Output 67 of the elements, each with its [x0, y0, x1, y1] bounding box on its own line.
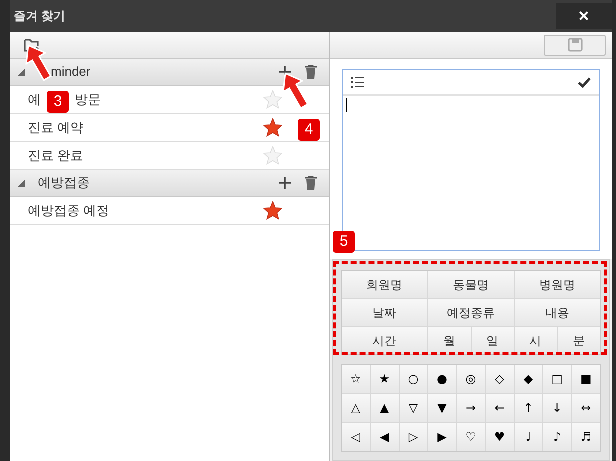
symbol-button[interactable]: ♬	[572, 423, 600, 451]
item-name-fragment: 방문	[75, 90, 101, 109]
group-header[interactable]: minder	[10, 59, 329, 86]
symbol-button[interactable]: △	[342, 394, 370, 422]
group-name: minder	[51, 63, 92, 82]
symbol-button[interactable]: ▼	[428, 394, 456, 422]
callout-badge: 3	[47, 91, 69, 113]
item-name: 예방접종 예정	[28, 202, 111, 220]
symbol-button[interactable]: ♩	[514, 423, 542, 451]
callout-badge: 4	[298, 119, 320, 141]
symbol-button[interactable]: ◀	[370, 423, 399, 451]
tag-button[interactable]: 동물명	[428, 271, 514, 298]
symbol-button[interactable]: ←	[486, 394, 514, 422]
symbol-button[interactable]: ♪	[543, 423, 572, 451]
list-icon[interactable]	[351, 76, 364, 88]
symbol-button[interactable]: ★	[370, 365, 399, 393]
symbol-button[interactable]: ◁	[342, 423, 370, 451]
filled-star-icon[interactable]	[263, 118, 283, 137]
save-icon	[568, 38, 582, 52]
close-button[interactable]: ×	[556, 3, 612, 29]
symbol-button[interactable]: ▷	[400, 423, 428, 451]
symbol-button[interactable]: ▶	[428, 423, 456, 451]
symbol-button[interactable]: ▲	[370, 394, 399, 422]
symbol-button[interactable]: ↔	[572, 394, 600, 422]
add-icon[interactable]	[279, 177, 291, 189]
tag-button[interactable]: 내용	[514, 299, 600, 326]
symbol-button[interactable]: ◎	[457, 365, 485, 393]
expand-arrow-icon[interactable]	[18, 68, 25, 76]
item-name-fragment: 예	[28, 90, 41, 109]
symbol-button[interactable]: □	[543, 365, 572, 393]
expand-arrow-icon[interactable]	[18, 180, 25, 186]
tag-button[interactable]: 월	[428, 327, 470, 354]
tag-button[interactable]: 병원명	[514, 271, 600, 298]
symbol-button[interactable]: ▽	[400, 394, 428, 422]
item-name: 진료 완료	[28, 146, 85, 165]
add-icon[interactable]	[279, 66, 291, 78]
symbol-button[interactable]: ♥	[486, 423, 514, 451]
symbol-button[interactable]: ☆	[342, 365, 370, 393]
symbol-button[interactable]: ♡	[457, 423, 485, 451]
item-name: 진료 예약	[28, 118, 85, 137]
symbol-button[interactable]: ◇	[486, 365, 514, 393]
tag-button[interactable]: 회원명	[342, 271, 428, 298]
tag-button[interactable]: 예정종류	[428, 299, 514, 326]
symbol-button[interactable]: ◆	[514, 365, 542, 393]
tag-button[interactable]: 날짜	[342, 299, 428, 326]
group-header[interactable]: 예방접종	[10, 170, 329, 197]
callout-badge: 5	[333, 231, 355, 253]
symbol-button[interactable]: →	[457, 394, 485, 422]
list-row[interactable]: 예방접종 예정	[10, 197, 329, 225]
trash-icon[interactable]	[305, 176, 317, 190]
group-name: 예방접종	[38, 174, 91, 192]
empty-star-icon[interactable]	[263, 90, 283, 109]
symbol-button[interactable]: ■	[572, 365, 600, 393]
trash-icon[interactable]	[305, 65, 317, 79]
window-title: 즐겨 찾기	[14, 8, 66, 25]
symbol-button[interactable]: ●	[428, 365, 456, 393]
tag-button[interactable]: 시	[514, 327, 557, 354]
empty-star-icon[interactable]	[263, 146, 283, 165]
filled-star-icon[interactable]	[263, 201, 283, 220]
check-icon[interactable]	[578, 76, 591, 88]
tag-button[interactable]: 일	[472, 327, 514, 354]
symbol-button[interactable]: ↑	[514, 394, 542, 422]
text-cursor	[346, 98, 347, 112]
tag-button[interactable]: 분	[558, 327, 600, 354]
symbol-button[interactable]: ↓	[543, 394, 572, 422]
tag-button[interactable]: 시간	[342, 327, 428, 354]
symbol-button[interactable]: ○	[400, 365, 428, 393]
